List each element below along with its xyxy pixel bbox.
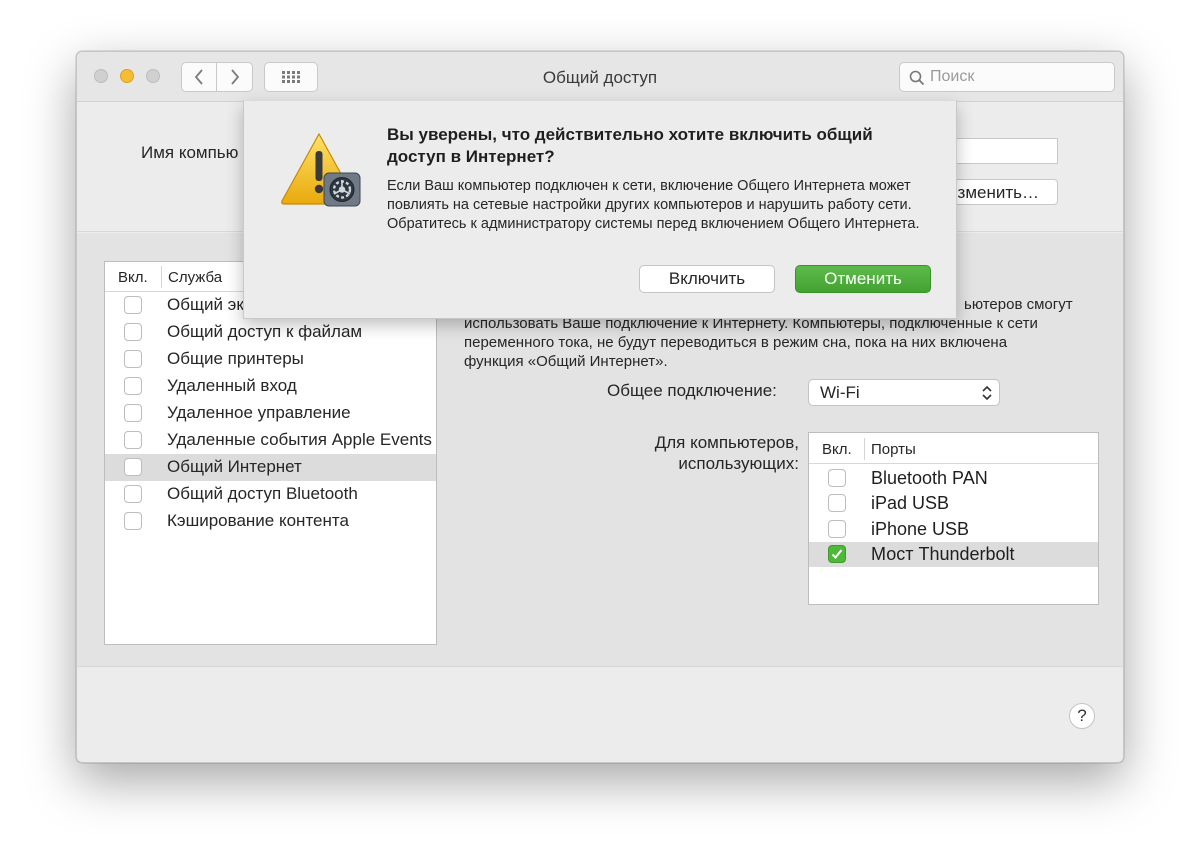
service-checkbox[interactable] — [124, 431, 142, 449]
service-row-internet-sharing[interactable]: Общий Интернет — [105, 454, 436, 481]
description-line: переменного тока, не будут переводиться … — [464, 334, 1008, 351]
description-line: ьютеров смогут — [964, 296, 1073, 313]
header-on: Вкл. — [118, 269, 148, 286]
cancel-button[interactable]: Отменить — [795, 265, 931, 293]
alert-title: Вы уверены, что действительно хотите вкл… — [387, 125, 873, 166]
ports-header-ports: Порты — [871, 441, 916, 458]
port-label: iPhone USB — [871, 519, 970, 539]
service-label: Кэширование контента — [167, 511, 349, 530]
service-row-remote-management[interactable]: Удаленное управление — [105, 400, 436, 427]
ports-list-header: Вкл. Порты — [809, 433, 1098, 464]
connection-value: Wi-Fi — [820, 383, 860, 402]
service-checkbox[interactable] — [124, 350, 142, 368]
for-computers-label-line1: Для компьютеров, — [654, 433, 799, 452]
service-row-remote-apple-events[interactable]: Удаленные события Apple Events — [105, 427, 436, 454]
port-row-bluetooth-pan[interactable]: Bluetooth PAN — [809, 466, 1098, 491]
service-row-bluetooth-sharing[interactable]: Общий доступ Bluetooth — [105, 481, 436, 508]
service-checkbox[interactable] — [124, 458, 142, 476]
port-label: iPad USB — [871, 493, 950, 513]
search-icon — [909, 70, 925, 86]
search-input[interactable] — [930, 67, 1110, 87]
port-row-thunderbolt-bridge[interactable]: Мост Thunderbolt — [809, 542, 1098, 567]
title-bar: Общий доступ — [77, 52, 1123, 102]
ports-list[interactable]: Вкл. Порты Bluetooth PAN iPad USB iPhone… — [808, 432, 1099, 605]
help-button[interactable]: ? — [1069, 703, 1095, 729]
port-checkbox-checked[interactable] — [828, 545, 846, 563]
connection-select[interactable]: Wi-Fi — [808, 379, 1000, 406]
service-checkbox[interactable] — [124, 485, 142, 503]
search-field[interactable] — [899, 62, 1115, 92]
computer-name-label: Имя компью — [141, 143, 239, 162]
service-checkbox[interactable] — [124, 512, 142, 530]
service-label: Удаленное управление — [167, 403, 351, 422]
gear-icon — [323, 172, 361, 207]
for-computers-label-line2: использующих: — [678, 454, 799, 473]
port-row-ipad-usb[interactable]: iPad USB — [809, 491, 1098, 516]
service-label: Удаленный вход — [167, 376, 297, 395]
updown-chevron-icon — [982, 385, 992, 401]
description-line: функция «Общий Интернет». — [464, 353, 668, 370]
service-checkbox[interactable] — [124, 296, 142, 314]
service-label: Общий эк — [167, 295, 244, 314]
connection-label: Общее подключение: — [607, 381, 777, 400]
service-row-content-caching[interactable]: Кэширование контента — [105, 508, 436, 535]
service-checkbox[interactable] — [124, 404, 142, 422]
port-row-iphone-usb[interactable]: iPhone USB — [809, 517, 1098, 542]
service-row-printer-sharing[interactable]: Общие принтеры — [105, 346, 436, 373]
ports-header-on: Вкл. — [822, 441, 852, 458]
port-label: Bluetooth PAN — [871, 468, 988, 488]
service-label: Общий Интернет — [167, 457, 302, 476]
port-checkbox[interactable] — [828, 520, 846, 538]
port-label: Мост Thunderbolt — [871, 544, 1015, 564]
checkmark-icon — [831, 549, 843, 559]
service-label: Общие принтеры — [167, 349, 304, 368]
service-row-file-sharing[interactable]: Общий доступ к файлам — [105, 319, 436, 346]
header-separator — [864, 438, 865, 460]
service-label: Общий доступ Bluetooth — [167, 484, 358, 503]
header-separator — [161, 266, 162, 288]
alert-message: Если Ваш компьютер подключен к сети, вкл… — [387, 178, 920, 232]
port-checkbox[interactable] — [828, 494, 846, 512]
service-label: Общий доступ к файлам — [167, 322, 363, 341]
header-service: Служба — [168, 269, 223, 286]
service-checkbox[interactable] — [124, 323, 142, 341]
service-checkbox[interactable] — [124, 377, 142, 395]
confirm-internet-sharing-sheet: Вы уверены, что действительно хотите вкл… — [243, 101, 957, 319]
service-label: Удаленные события Apple Events — [167, 430, 432, 449]
enable-button[interactable]: Включить — [639, 265, 775, 293]
for-computers-label: Для компьютеров, использующих: — [577, 432, 799, 474]
service-row-remote-login[interactable]: Удаленный вход — [105, 373, 436, 400]
port-checkbox[interactable] — [828, 469, 846, 487]
warning-icon — [281, 132, 361, 207]
